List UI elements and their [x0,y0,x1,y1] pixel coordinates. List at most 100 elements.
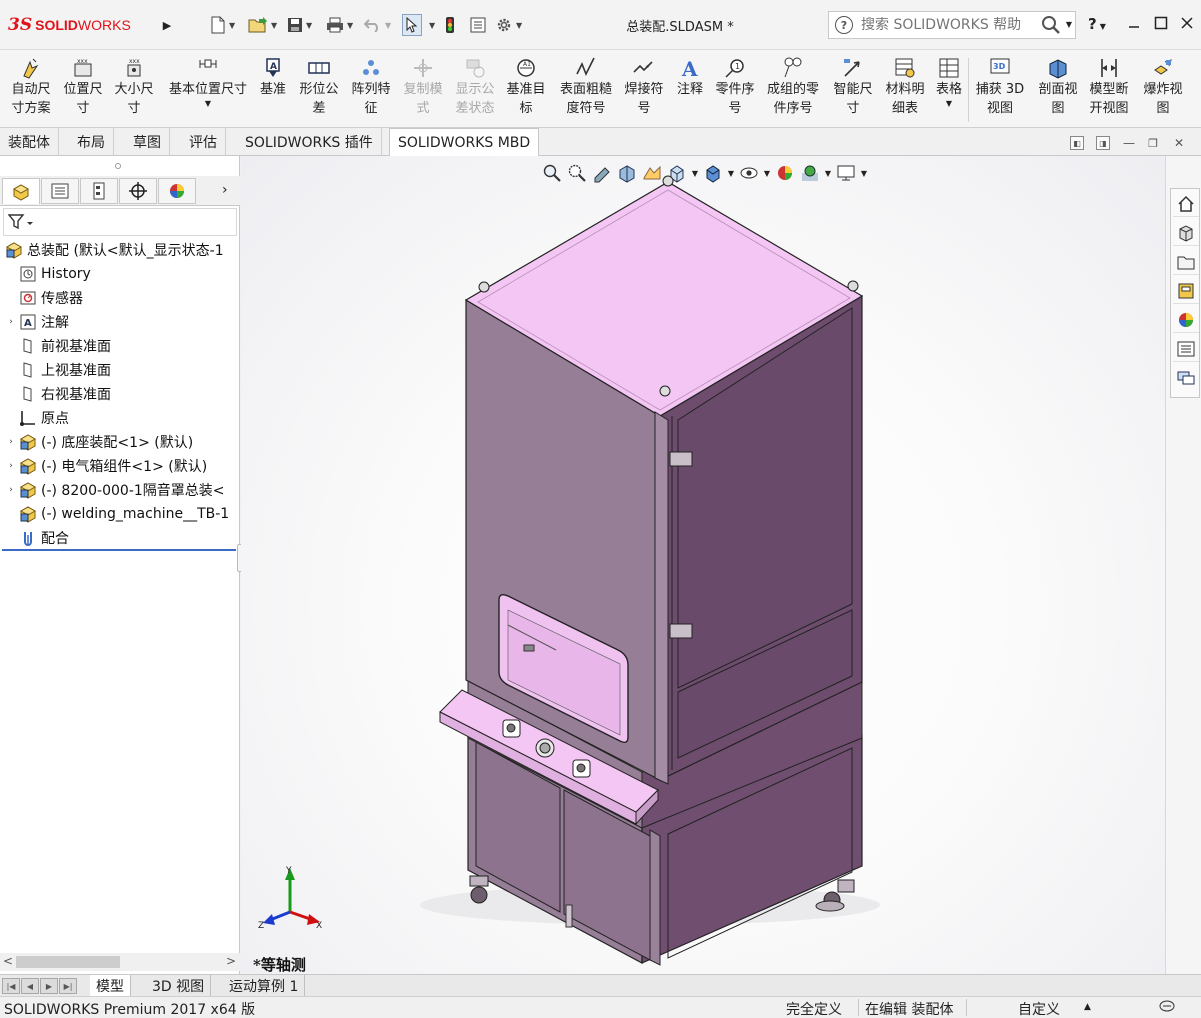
tile-right-icon[interactable]: ◨ [1096,136,1110,150]
open-document-button[interactable]: ▼ [248,14,277,36]
tree-expand-chevron-icon[interactable]: › [4,437,18,447]
ribbon-button-pattern-feature[interactable]: 阵列特征 [348,56,394,118]
tree-expand-chevron-icon[interactable]: › [4,485,18,495]
next-tab-icon[interactable]: ▶ [40,978,58,994]
tree-item-sensor[interactable]: 传感器 [0,286,240,310]
door-hinge[interactable] [669,623,693,639]
tab-sketch[interactable]: 草图 [125,128,170,156]
tab-evaluate[interactable]: 评估 [181,128,226,156]
tile-left-icon[interactable]: ◧ [1070,136,1084,150]
ribbon-button-location-dimension[interactable]: xxx 位置尺寸 [59,56,107,118]
rebuild-status-icon[interactable] [1158,999,1176,1017]
ribbon-button-datum[interactable]: A 基准 [256,56,290,99]
tree-horizontal-scrollbar[interactable]: < > [0,953,240,971]
tree-item-subassembly[interactable]: › (-) 底座装配<1> (默认) [0,430,240,454]
tree-filter[interactable] [3,208,237,236]
ribbon-button-size-dimension[interactable]: xxx 大小尺寸 [110,56,158,118]
tree-item-mates[interactable]: 配合 [0,526,240,550]
save-button[interactable]: ▼ [287,14,312,36]
close-button[interactable] [1178,14,1196,32]
upper-enclosure[interactable] [464,175,864,785]
select-button[interactable] [402,14,422,36]
tree-item-plane[interactable]: 前视基准面 [0,334,240,358]
select-dropdown[interactable]: ▼ [426,14,435,36]
ribbon-button-exploded-view[interactable]: 爆炸视图 [1140,56,1186,118]
tree-item-history[interactable]: History [0,262,240,286]
dimxpertmanager-tab[interactable] [119,178,157,204]
displaymanager-tab[interactable] [158,178,196,204]
tab-3d-views[interactable]: 3D 视图 [146,975,212,997]
tab-motion-study-1[interactable]: 运动算例 1 [223,975,306,997]
solidworks-logo[interactable]: 3S SOLIDWORKS [8,10,156,40]
prev-tab-icon[interactable]: ◀ [21,978,39,994]
first-tab-icon[interactable]: |◀ [2,978,20,994]
ribbon-button-stacked-balloon[interactable]: 成组的零 件序号 [764,56,822,118]
window-minimize-icon[interactable]: — [1122,136,1136,150]
ribbon-button-smart-dimension[interactable]: 智能尺寸 [830,56,876,118]
minimize-button[interactable] [1125,14,1143,32]
ribbon-button-datum-target[interactable]: A1 基准目标 [503,56,549,118]
design-library-icon[interactable] [1173,220,1199,246]
assembly-model[interactable]: Y X Z [241,156,1165,974]
unit-system-dropdown-icon[interactable]: ▲ [1084,1002,1091,1012]
file-explorer-folder-icon[interactable] [1173,249,1199,275]
tree-item-subassembly[interactable]: › (-) 电气箱组件<1> (默认) [0,454,240,478]
ribbon-button-surface-finish[interactable]: 表面粗糙 度符号 [556,56,616,118]
help-button[interactable]: ? ▼ [1088,15,1106,33]
tree-item-plane[interactable]: 上视基准面 [0,358,240,382]
view-palette-icon[interactable] [1173,278,1199,304]
ribbon-button-table[interactable]: 表格 ▼ [934,56,964,109]
featuremanager-tab[interactable] [2,178,40,204]
help-question-icon[interactable]: ? [835,16,853,34]
tab-solidworks-mbd[interactable]: SOLIDWORKS MBD [389,128,540,157]
rebuild-button[interactable] [445,14,455,36]
configurationmanager-tab[interactable] [80,178,118,204]
options-button[interactable]: ▼ [495,14,522,36]
tree-expand-chevron-icon[interactable]: › [4,317,18,327]
tree-item-annotation[interactable]: › A 注解 [0,310,240,334]
tree-item-origin[interactable]: 原点 [0,406,240,430]
window-restore-icon[interactable]: ❐ [1146,136,1160,150]
file-properties-button[interactable] [470,14,486,36]
ribbon-dropdown-arrow-icon[interactable]: ▼ [946,99,952,109]
ribbon-dropdown-arrow-icon[interactable]: ▼ [205,99,211,109]
maximize-button[interactable] [1152,14,1170,32]
ribbon-button-geometric-tolerance[interactable]: 形位公差 [296,56,342,118]
tab-layout[interactable]: 布局 [69,128,114,156]
ribbon-button-copy-scheme[interactable]: 复制模式 [400,56,446,118]
propertymanager-tab[interactable] [41,178,79,204]
appearances-scenes-icon[interactable] [1173,307,1199,333]
tree-item-subassembly[interactable]: (-) welding_machine__TB-1 [0,502,240,526]
search-icon[interactable] [1041,15,1061,35]
tree-root[interactable]: 总装配 (默认<默认_显示状态-1 [0,238,240,262]
tab-assembly[interactable]: 装配体 [0,128,59,156]
tab-model[interactable]: 模型 [90,975,131,997]
tab-solidworks-addins[interactable]: SOLIDWORKS 插件 [237,128,382,156]
tree-rollback-bar[interactable] [2,549,236,551]
tree-expand-chevron-icon[interactable]: › [4,461,18,471]
help-search-input[interactable] [861,17,1031,33]
door-hinge[interactable] [669,451,693,467]
search-dropdown-icon[interactable]: ▼ [1066,20,1072,29]
ribbon-button-weld-symbol[interactable]: 焊接符号 [621,56,667,118]
ribbon-button-section-view[interactable]: 剖面视图 [1035,56,1081,118]
graphics-area[interactable]: ▼ ▼ ▼ ▼ ▼ Y X Z *等轴测 [241,156,1165,974]
scroll-left-arrow-icon[interactable]: < [3,954,13,968]
unit-system[interactable]: 自定义 [1018,999,1060,1018]
solidworks-forum-icon[interactable] [1173,365,1199,391]
last-tab-icon[interactable]: ▶| [59,978,77,994]
ribbon-button-balloon[interactable]: 1 零件序号 [712,56,758,118]
home-icon[interactable] [1173,191,1199,217]
ribbon-button-model-break-view[interactable]: 模型断 开视图 [1086,56,1132,118]
ribbon-button-auto-dimension[interactable]: 自动尺 寸方案 [6,56,56,118]
ribbon-button-capture-3d-view[interactable]: 3D 捕获 3D 视图 [974,56,1026,118]
tree-item-plane[interactable]: 右视基准面 [0,382,240,406]
panel-grip-handle[interactable] [115,163,121,169]
ribbon-button-note[interactable]: A 注释 [673,56,707,99]
window-close-icon[interactable]: ✕ [1172,136,1186,150]
door-latch[interactable] [565,904,573,928]
menu-expand-arrow-icon[interactable]: ▶ [160,14,174,36]
ribbon-button-basic-location-dimension[interactable]: 基本位置尺寸 ▼ [166,56,250,109]
scroll-thumb[interactable] [16,956,120,968]
ribbon-button-show-tolerance-status[interactable]: 显示公 差状态 [452,56,498,118]
